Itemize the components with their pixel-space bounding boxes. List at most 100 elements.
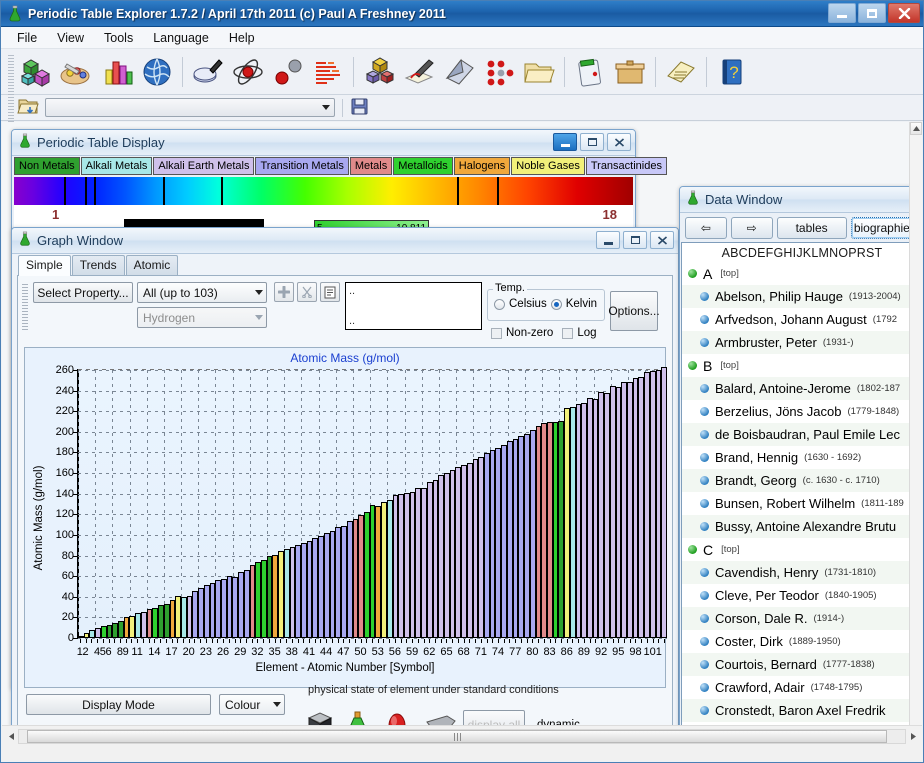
category-metalloids[interactable]: Metalloids: [393, 157, 453, 175]
clipboard-icon[interactable]: [570, 52, 610, 92]
spectrum-bars-icon[interactable]: [308, 52, 348, 92]
property-memo[interactable]: .. ..: [345, 282, 482, 330]
help-book-icon[interactable]: ?: [712, 52, 752, 92]
list-item[interactable]: Berzelius, Jöns Jacob(1779-1848): [682, 400, 922, 423]
list-item[interactable]: Arfvedson, Johann August(1792: [682, 308, 922, 331]
forward-button[interactable]: ⇨: [731, 217, 773, 239]
category-non-metals[interactable]: Non Metals: [14, 157, 80, 175]
list-item[interactable]: Cavendish, Henry(1731-1810): [682, 561, 922, 584]
tab-simple[interactable]: Simple: [18, 255, 71, 276]
menu-item-language[interactable]: Language: [143, 29, 219, 47]
colour-combo[interactable]: Colour: [219, 694, 285, 715]
list-item[interactable]: Abelson, Philip Hauge(1913-2004): [682, 285, 922, 308]
back-button[interactable]: ⇦: [685, 217, 727, 239]
list-item[interactable]: Corson, Dale R.(1914-): [682, 607, 922, 630]
nonzero-checkbox[interactable]: [491, 328, 502, 339]
periodic-table-titlebar[interactable]: Periodic Table Display: [12, 130, 635, 156]
scroll-left-arrow[interactable]: [4, 728, 18, 745]
pt-close-button[interactable]: [607, 133, 631, 151]
cubes-icon[interactable]: [17, 52, 57, 92]
log-checkbox[interactable]: [562, 328, 573, 339]
anvil-icon[interactable]: [423, 710, 457, 726]
range-combo[interactable]: All (up to 103): [137, 282, 267, 303]
graph-maximize-button[interactable]: [623, 231, 647, 249]
droplet-icon[interactable]: [383, 710, 417, 726]
tables-button[interactable]: tables: [777, 217, 847, 239]
list-item[interactable]: Coster, Dirk(1889-1950): [682, 630, 922, 653]
horizontal-scrollbar[interactable]: [4, 728, 920, 745]
category-metals[interactable]: Metals: [350, 157, 392, 175]
category-transition-metals[interactable]: Transition Metals: [255, 157, 348, 175]
edit-pencil-icon[interactable]: [399, 52, 439, 92]
data-window-titlebar[interactable]: Data Window: [680, 187, 922, 213]
molecule-icon[interactable]: [268, 52, 308, 92]
list-item[interactable]: Bunsen, Robert Wilhelm(1811-189: [682, 492, 922, 515]
list-item[interactable]: Crawford, Adair(1748-1795): [682, 676, 922, 699]
menu-item-help[interactable]: Help: [219, 29, 265, 47]
kelvin-radio[interactable]: [551, 299, 562, 310]
atom-icon[interactable]: [228, 52, 268, 92]
minimize-button[interactable]: [828, 3, 856, 23]
top-link[interactable]: [top]: [720, 268, 739, 279]
category-halogens[interactable]: Halogens: [454, 157, 510, 175]
category-alkali-metals[interactable]: Alkali Metals: [81, 157, 153, 175]
list-icon[interactable]: [320, 282, 340, 302]
list-item[interactable]: Brandt, Georg(c. 1630 - c. 1710): [682, 469, 922, 492]
hscroll-thumb[interactable]: [27, 730, 887, 743]
scroll-up-arrow[interactable]: [910, 122, 922, 135]
menu-item-view[interactable]: View: [47, 29, 94, 47]
list-item[interactable]: Armbruster, Peter(1931-): [682, 331, 922, 354]
graph-window-titlebar[interactable]: Graph Window: [12, 228, 678, 254]
celsius-radio[interactable]: [494, 299, 505, 310]
tab-atomic[interactable]: Atomic: [126, 255, 179, 275]
maximize-button[interactable]: [858, 3, 886, 23]
history-combo[interactable]: [45, 98, 335, 117]
menu-item-file[interactable]: File: [7, 29, 47, 47]
list-item[interactable]: Bussy, Antoine Alexandre Brutu: [682, 515, 922, 538]
prism-icon[interactable]: [439, 52, 479, 92]
graph-minimize-button[interactable]: [596, 231, 620, 249]
box-icon[interactable]: [610, 52, 650, 92]
toolbar2-grip[interactable]: [8, 91, 14, 125]
folder-open-icon[interactable]: [17, 96, 39, 119]
scroll-right-arrow[interactable]: [906, 728, 920, 745]
tab-trends[interactable]: Trends: [72, 255, 125, 275]
globe-icon[interactable]: [137, 52, 177, 92]
alphabet-index[interactable]: ABCDEFGHIJKLMNOPRST: [682, 243, 922, 262]
list-item[interactable]: Balard, Antoine-Jerome(1802-187: [682, 377, 922, 400]
save-disk-icon[interactable]: [350, 97, 369, 119]
controls-grip[interactable]: [22, 284, 28, 330]
bar-chart-icon[interactable]: [97, 52, 137, 92]
element-combo[interactable]: Hydrogen: [137, 307, 267, 328]
category-alkali-earth-metals[interactable]: Alkali Earth Metals: [153, 157, 254, 175]
notes-icon[interactable]: [661, 52, 701, 92]
display-mode-button[interactable]: Display Mode: [26, 694, 211, 715]
biography-list[interactable]: ABCDEFGHIJKLMNOPRST A[top]Abelson, Phili…: [681, 242, 922, 726]
list-item[interactable]: Cleve, Per Teodor(1840-1905): [682, 584, 922, 607]
top-link[interactable]: [top]: [720, 360, 739, 371]
menu-item-tools[interactable]: Tools: [94, 29, 143, 47]
select-property-button[interactable]: Select Property...: [33, 282, 133, 303]
list-item[interactable]: Cronstedt, Baron Axel Fredrik: [682, 699, 922, 722]
magnifier-icon[interactable]: [188, 52, 228, 92]
chart-area[interactable]: Atomic Mass (g/mol) Atomic Mass (g/mol) …: [24, 347, 666, 688]
display-all-button[interactable]: display all: [463, 710, 525, 726]
flask-liquid-icon[interactable]: [343, 710, 377, 726]
hscroll-track[interactable]: [18, 729, 906, 744]
solid-cube-icon[interactable]: [303, 710, 337, 726]
chart-bar[interactable]: [661, 367, 667, 637]
paint-palette-icon[interactable]: [57, 52, 97, 92]
blocks-icon[interactable]: [359, 52, 399, 92]
pt-maximize-button[interactable]: [580, 133, 604, 151]
open-folder-icon[interactable]: [519, 52, 559, 92]
top-link[interactable]: [top]: [721, 544, 740, 555]
scissors-icon[interactable]: [297, 282, 317, 302]
list-item[interactable]: de Boisbaudran, Paul Emile Lec: [682, 423, 922, 446]
dots-grid-icon[interactable]: [479, 52, 519, 92]
list-item[interactable]: Courtois, Bernard(1777-1838): [682, 653, 922, 676]
mdi-vertical-scrollbar[interactable]: [909, 122, 922, 726]
pt-minimize-button[interactable]: [553, 133, 577, 151]
options-button[interactable]: Options...: [610, 291, 658, 331]
graph-close-button[interactable]: [650, 231, 674, 249]
category-noble-gases[interactable]: Noble Gases: [511, 157, 585, 175]
